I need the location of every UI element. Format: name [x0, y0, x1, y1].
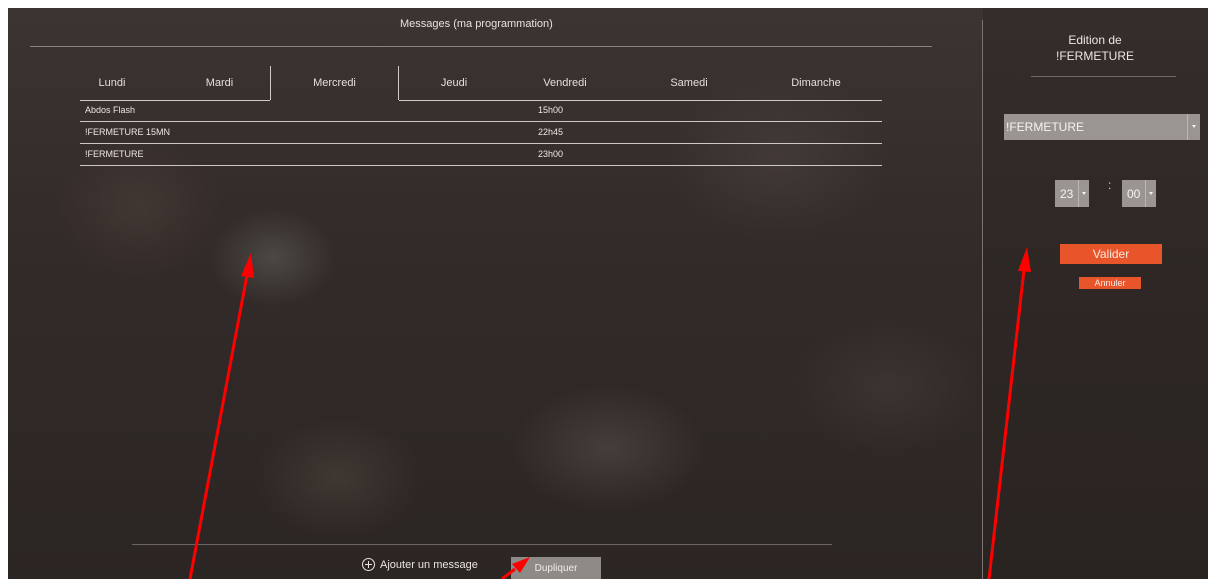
list-item[interactable]: !FERMETURE 23h00: [80, 144, 882, 166]
list-item[interactable]: !FERMETURE 15MN 22h45: [80, 122, 882, 144]
add-message-label: Ajouter un message: [380, 558, 478, 571]
tab-mercredi[interactable]: Mercredi: [270, 66, 399, 100]
edit-divider: [1031, 76, 1176, 77]
tab-vendredi[interactable]: Vendredi: [525, 66, 605, 100]
message-select-value: !FERMETURE: [1006, 120, 1084, 134]
message-select[interactable]: !FERMETURE: [1004, 114, 1200, 140]
message-name: !FERMETURE: [85, 149, 144, 159]
validate-button[interactable]: Valider: [1060, 244, 1162, 264]
tab-jeudi[interactable]: Jeudi: [424, 66, 484, 100]
title-divider: [30, 46, 932, 47]
chevron-down-icon: [1082, 192, 1086, 195]
edit-heading-line1: Edition de: [1068, 33, 1122, 47]
duplicate-button[interactable]: Dupliquer: [511, 557, 601, 579]
day-tabs: Lundi Mardi Mercredi Jeudi Vendredi Same…: [80, 66, 882, 101]
footer-divider: [132, 544, 832, 545]
message-time: 23h00: [538, 149, 564, 159]
edit-heading-line2: !FERMETURE: [1056, 49, 1134, 63]
page-title: Messages (ma programmation): [400, 18, 553, 30]
app-window: Messages (ma programmation) Lundi Mardi …: [8, 8, 1208, 579]
message-name: Abdos Flash: [85, 105, 136, 115]
chevron-down-icon: [1192, 125, 1196, 128]
minute-dropdown-toggle[interactable]: [1145, 180, 1156, 207]
list-item[interactable]: Abdos Flash 15h00: [80, 100, 882, 122]
minute-value: 00: [1127, 187, 1141, 201]
hour-select[interactable]: 23: [1055, 180, 1089, 207]
chevron-down-icon: [1149, 192, 1153, 195]
tab-mardi[interactable]: Mardi: [192, 66, 247, 100]
tab-dimanche[interactable]: Dimanche: [772, 66, 860, 100]
tab-lundi[interactable]: Lundi: [80, 66, 144, 100]
time-separator: :: [1108, 178, 1112, 192]
edit-panel: Edition de !FERMETURE !FERMETURE 23 00 V…: [983, 8, 1208, 579]
minute-select[interactable]: 00: [1122, 180, 1156, 207]
message-list: Abdos Flash 15h00 !FERMETURE 15MN 22h45 …: [80, 100, 882, 166]
hour-value: 23: [1060, 187, 1074, 201]
dropdown-toggle[interactable]: [1187, 114, 1200, 140]
tab-samedi[interactable]: Samedi: [650, 66, 728, 100]
edit-heading: Edition de !FERMETURE: [1033, 32, 1157, 64]
add-circle-icon: [362, 558, 375, 571]
cancel-button[interactable]: Annuler: [1079, 277, 1141, 289]
hour-dropdown-toggle[interactable]: [1078, 180, 1089, 207]
message-time: 22h45: [538, 127, 564, 137]
message-time: 15h00: [538, 105, 564, 115]
add-message-button[interactable]: Ajouter un message: [362, 558, 478, 571]
message-name: !FERMETURE 15MN: [85, 127, 171, 137]
